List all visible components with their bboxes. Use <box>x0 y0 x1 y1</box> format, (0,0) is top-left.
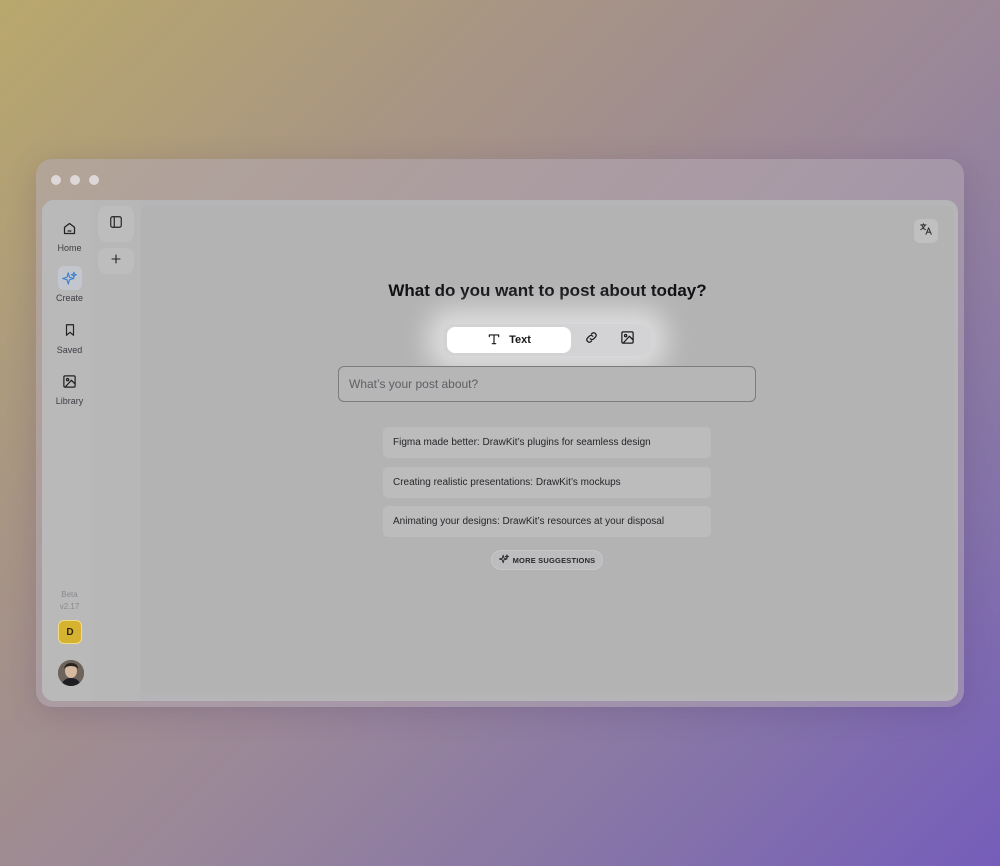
more-suggestions-label: MORE SUGGESTIONS <box>512 555 596 565</box>
suggestion-item[interactable]: Creating realistic presentations: DrawKi… <box>383 467 711 498</box>
maximize-window-button[interactable] <box>89 175 99 185</box>
close-window-button[interactable] <box>51 175 61 185</box>
link-mode-button[interactable] <box>581 330 601 350</box>
image-icon <box>620 330 635 350</box>
sidebar-item-label: Library <box>55 396 84 406</box>
sidebar-item-saved[interactable]: Saved <box>42 318 97 355</box>
text-mode-button[interactable]: Text <box>447 327 571 353</box>
sidebar-item-create[interactable]: Create <box>42 266 97 303</box>
sparkle-icon <box>57 266 82 290</box>
sidebar-item-label: Create <box>55 293 83 303</box>
text-icon <box>487 332 501 349</box>
sidebar-item-label: Home <box>57 243 82 253</box>
page-title: What do you want to post about today? <box>388 281 707 300</box>
window-controls <box>51 175 99 185</box>
translate-button[interactable] <box>914 219 938 243</box>
sidebar-item-library[interactable]: Library <box>42 369 97 406</box>
sparkle-icon <box>498 554 509 566</box>
sidebar: Home Create Saved Library Beta v2.17 D <box>42 200 92 701</box>
beta-label: Beta <box>61 590 78 599</box>
avatar[interactable] <box>58 660 84 686</box>
secondary-panel <box>92 200 140 701</box>
workspace-badge[interactable]: D <box>58 620 82 644</box>
version-label: v2.17 <box>59 602 80 611</box>
suggestion-item[interactable]: Figma made better: DrawKit’s plugins for… <box>383 427 711 458</box>
translate-icon <box>919 222 933 241</box>
main-content: What do you want to post about today? Te… <box>141 206 954 695</box>
app-window: Home Create Saved Library Beta v2.17 D W… <box>36 159 964 707</box>
link-icon <box>584 330 599 350</box>
sidebar-item-home[interactable]: Home <box>42 216 97 253</box>
home-icon <box>58 216 82 240</box>
text-mode-label: Text <box>509 334 531 346</box>
minimize-window-button[interactable] <box>70 175 80 185</box>
app-frame: Home Create Saved Library Beta v2.17 D W… <box>42 200 958 701</box>
sidebar-toggle-icon <box>109 215 123 234</box>
version-info: Beta v2.17 <box>42 589 97 613</box>
sidebar-item-label: Saved <box>56 345 83 355</box>
more-suggestions-button[interactable]: MORE SUGGESTIONS <box>491 550 603 570</box>
image-mode-button[interactable] <box>617 330 637 350</box>
suggestion-item[interactable]: Animating your designs: DrawKit’s resour… <box>383 506 711 537</box>
bookmark-icon <box>58 318 82 342</box>
post-type-toggle: Text <box>443 324 651 356</box>
post-topic-input[interactable] <box>338 366 756 402</box>
new-post-button[interactable] <box>98 248 134 274</box>
plus-icon <box>110 252 122 270</box>
image-icon <box>58 369 82 393</box>
toggle-sidebar-button[interactable] <box>98 206 134 242</box>
